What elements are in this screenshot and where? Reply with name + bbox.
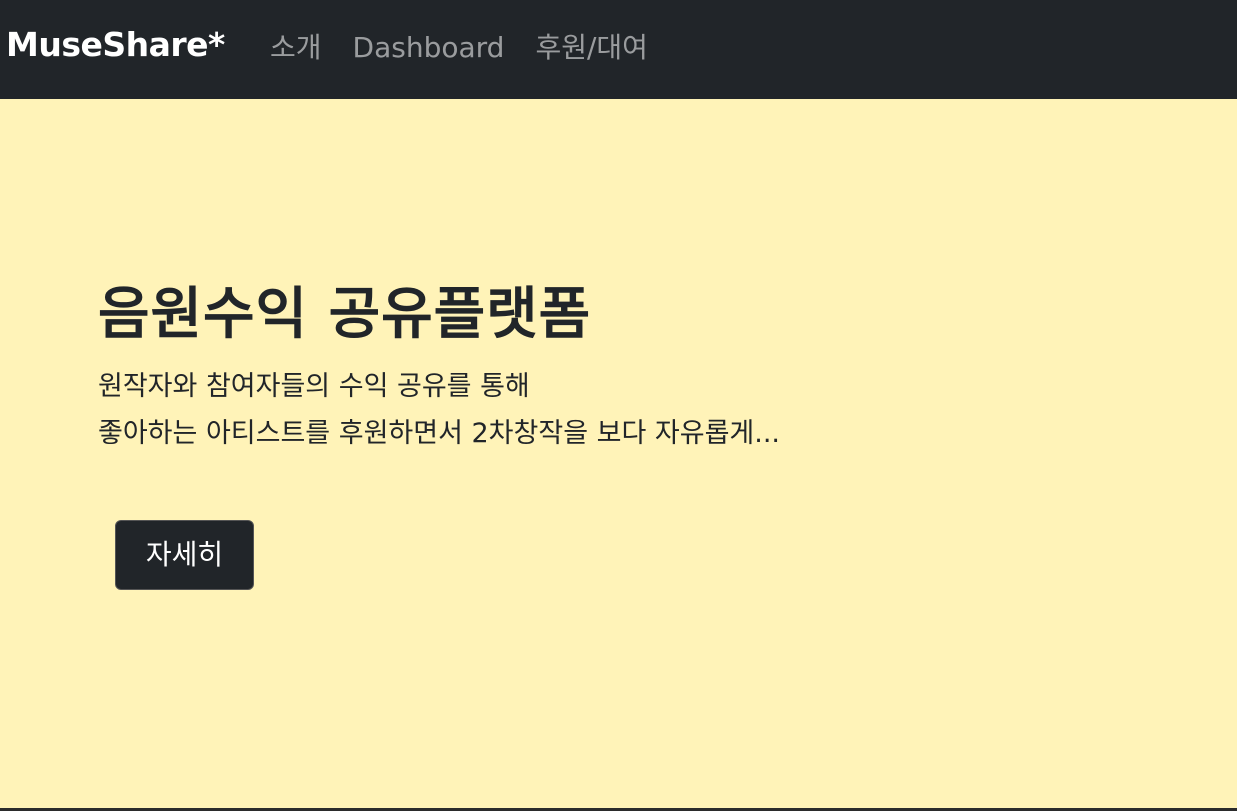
nav-link-sponsor-rental[interactable]: 후원/대여 [535, 28, 647, 68]
nav-link-intro[interactable]: 소개 [270, 28, 322, 68]
hero-title: 음원수익 공유플랫폼 [98, 282, 592, 347]
brand-logo[interactable]: MuseShare* [6, 25, 225, 65]
hero-subtitle-line-2: 좋아하는 아티스트를 후원하면서 2차창작을 보다 자유롭게... [98, 418, 780, 449]
nav-link-dashboard[interactable]: Dashboard [353, 28, 505, 68]
nav-links: 소개 Dashboard 후원/대여 [270, 28, 648, 68]
hero-section: 음원수익 공유플랫폼 원작자와 참여자들의 수익 공유를 통해 좋아하는 아티스… [0, 99, 1237, 808]
top-navbar: MuseShare* 소개 Dashboard 후원/대여 [0, 0, 1237, 99]
hero-subtitle-line-1: 원작자와 참여자들의 수익 공유를 통해 [98, 371, 530, 402]
details-button[interactable]: 자세히 [115, 520, 254, 590]
hero-subtitle: 원작자와 참여자들의 수익 공유를 통해 좋아하는 아티스트를 후원하면서 2차… [98, 363, 780, 457]
